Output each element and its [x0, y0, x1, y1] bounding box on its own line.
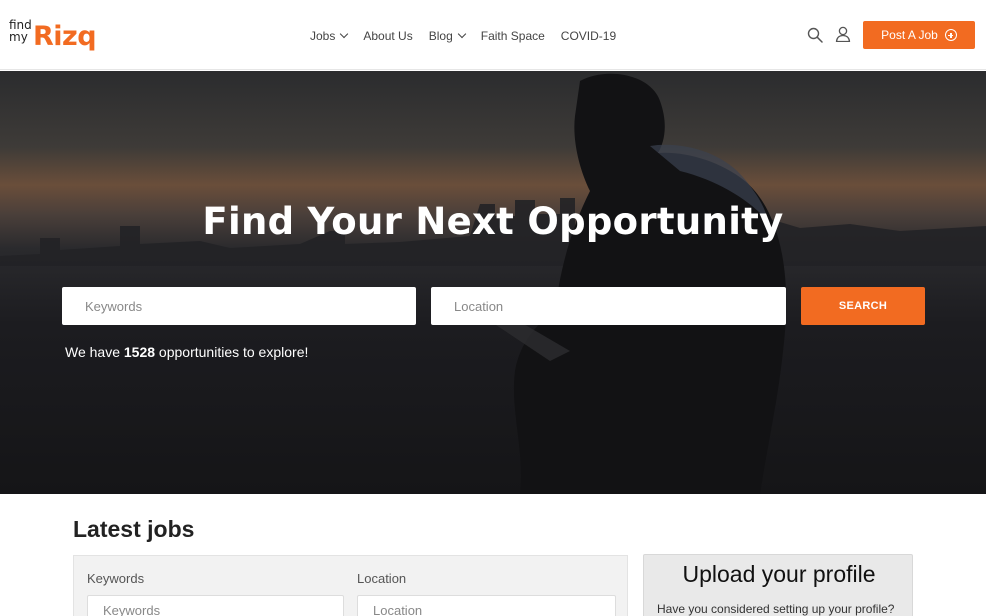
count-suffix: opportunities to explore! [155, 344, 309, 360]
nav-about-us[interactable]: About Us [363, 29, 412, 43]
nav-blog-label: Blog [428, 29, 453, 43]
nav-faith-space[interactable]: Faith Space [481, 29, 545, 43]
nav-jobs-label: Jobs [310, 29, 336, 43]
logo[interactable]: find my Rizq [9, 19, 99, 56]
logo-brand: Rizq [33, 21, 97, 52]
plus-circle-icon [944, 29, 957, 41]
logo-my: my [9, 30, 28, 44]
job-filter-panel: Keywords Location Keywords Location [73, 555, 628, 616]
chevron-down-icon [457, 29, 466, 39]
keywords-label: Keywords [87, 571, 145, 586]
user-icon[interactable] [835, 26, 851, 42]
post-job-button[interactable]: Post A Job [863, 21, 975, 49]
nav-covid-label: COVID-19 [560, 29, 617, 43]
search-button[interactable]: SEARCH [801, 287, 925, 325]
filter-keywords-input[interactable]: Keywords [87, 595, 344, 616]
location-label: Location [357, 571, 407, 586]
chevron-down-icon [340, 29, 349, 39]
hero-keywords-input[interactable]: Keywords [62, 287, 416, 325]
site-header: find my Rizq Jobs About Us Blog Faith Sp… [0, 0, 986, 70]
hero-title: Find Your Next Opportunity [202, 200, 784, 243]
main-nav: Jobs About Us Blog Faith Space COVID-19 [310, 26, 632, 46]
person-silhouette-image [490, 73, 787, 494]
nav-jobs[interactable]: Jobs [310, 29, 349, 43]
post-job-label: Post A Job [881, 28, 938, 42]
upload-profile-title: Upload your profile [682, 561, 876, 587]
nav-blog[interactable]: Blog [428, 29, 466, 43]
hero-location-input[interactable]: Location [431, 287, 786, 325]
opportunity-count-text: We have 1528 opportunities to explore! [65, 344, 308, 360]
count-prefix: We have [65, 344, 124, 360]
nav-covid-19[interactable]: COVID-19 [561, 29, 616, 43]
filter-location-input[interactable]: Location [357, 595, 616, 616]
opportunity-count: 1528 [123, 344, 156, 360]
search-icon[interactable] [807, 27, 823, 43]
nav-about-label: About Us [363, 29, 413, 43]
nav-faith-label: Faith Space [480, 29, 545, 43]
hero-section: Find Your Next Opportunity Keywords Loca… [0, 71, 986, 494]
latest-jobs-heading: Latest jobs [73, 516, 195, 542]
upload-profile-panel: Upload your profile Have you considered … [643, 554, 913, 616]
upload-profile-text: Have you considered setting up your prof… [657, 602, 895, 616]
